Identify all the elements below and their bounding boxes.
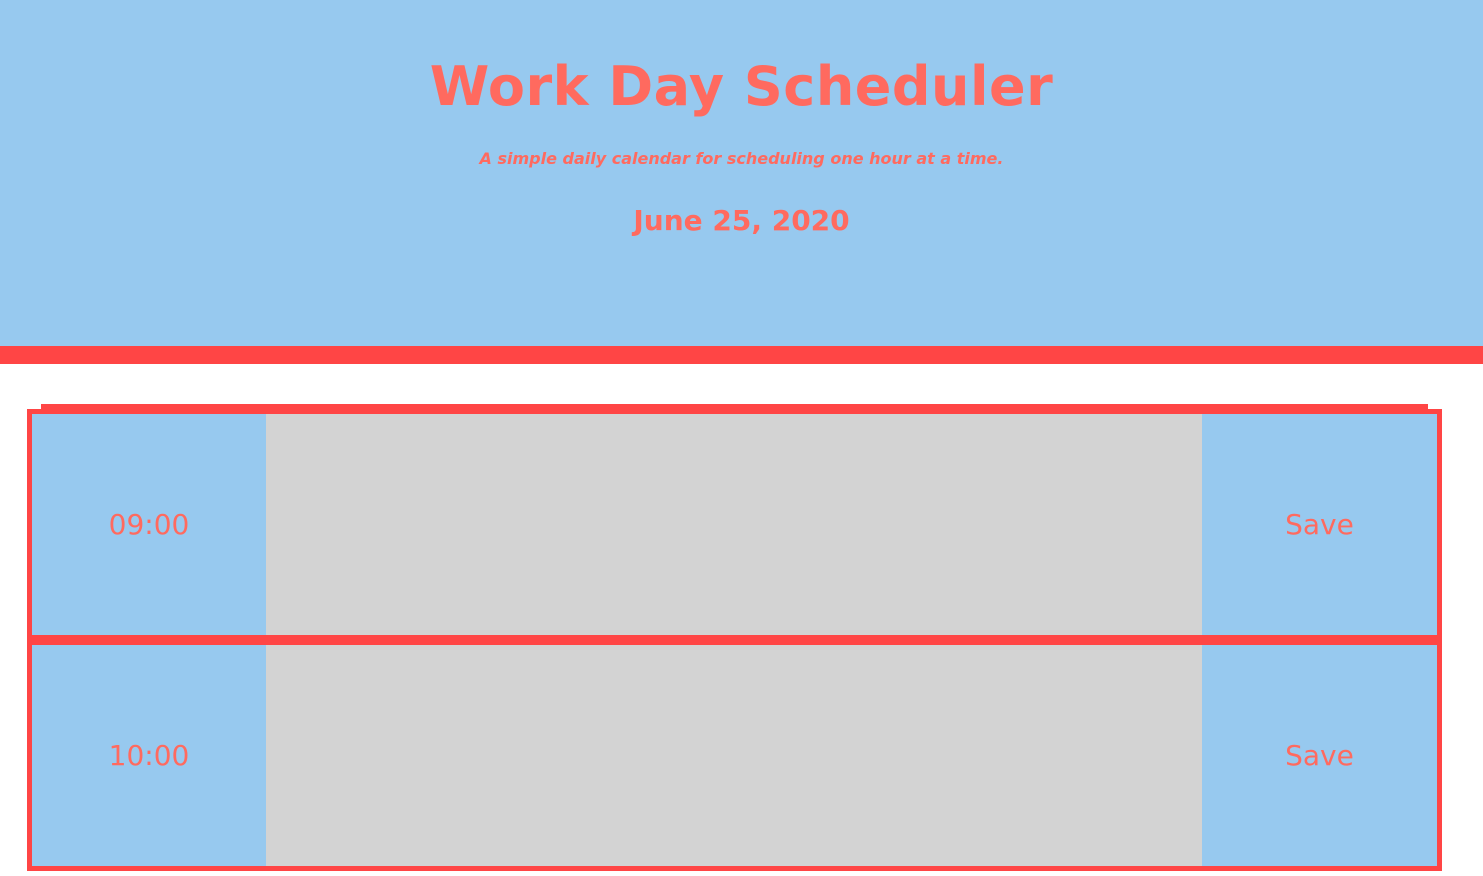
- time-block-row: 09:00 Save: [27, 409, 1442, 640]
- save-button[interactable]: Save: [1202, 645, 1437, 866]
- time-block-row: 10:00 Save: [27, 640, 1442, 871]
- schedule-container: 09:00 Save 10:00 Save: [27, 409, 1442, 871]
- event-textarea[interactable]: [266, 414, 1202, 635]
- hour-label: 09:00: [32, 414, 266, 635]
- hour-label: 10:00: [32, 645, 266, 866]
- current-date: June 25, 2020: [633, 204, 850, 237]
- page-title: Work Day Scheduler: [429, 55, 1054, 118]
- page-header: Work Day Scheduler A simple daily calend…: [0, 0, 1483, 364]
- event-textarea[interactable]: [266, 645, 1202, 866]
- page-subtitle: A simple daily calendar for scheduling o…: [479, 149, 1004, 168]
- save-button[interactable]: Save: [1202, 414, 1437, 635]
